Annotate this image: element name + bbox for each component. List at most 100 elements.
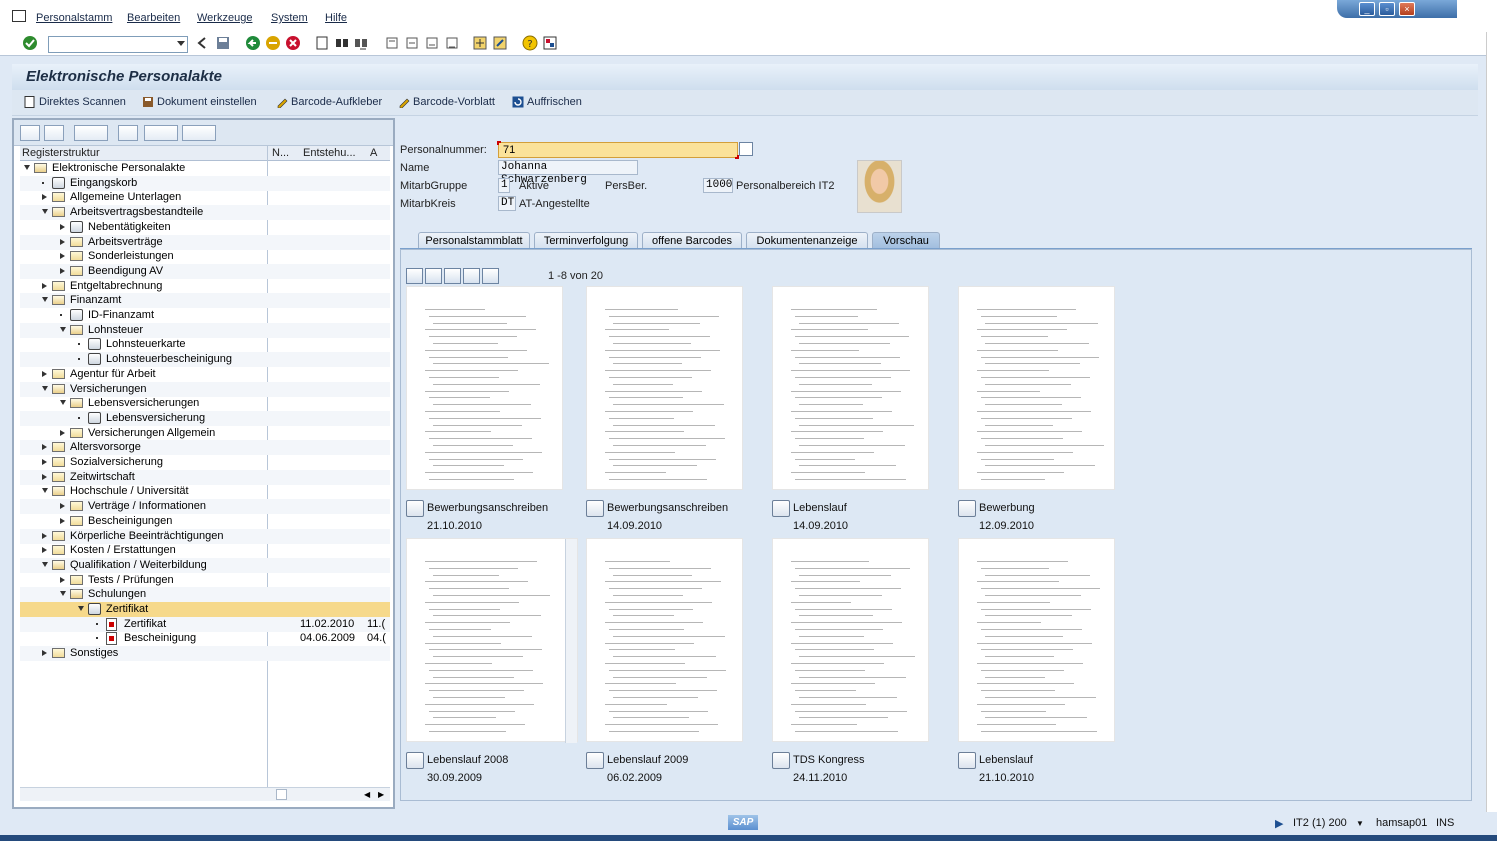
barcode-sticker-button[interactable]: Barcode-Aufkleber — [276, 96, 382, 108]
layout-icon[interactable] — [542, 35, 558, 51]
expand-all-icon[interactable] — [20, 125, 40, 141]
first-page-icon[interactable] — [384, 35, 400, 51]
hierarchy-icon[interactable] — [182, 125, 216, 141]
tree-row[interactable]: Kosten / Erstattungen — [20, 543, 390, 558]
collapsed-node-icon[interactable] — [42, 194, 47, 201]
enter-icon[interactable] — [22, 35, 38, 51]
exit-icon[interactable] — [265, 35, 281, 51]
signature-icon[interactable] — [958, 752, 976, 769]
tree-row[interactable]: Eingangskorb — [20, 175, 390, 191]
tree-row[interactable]: Zeitwirtschaft — [20, 469, 390, 485]
next-page-icon[interactable] — [424, 35, 440, 51]
header-created[interactable]: Entstehu... — [303, 147, 356, 159]
back-green-icon[interactable] — [245, 35, 261, 51]
save-icon[interactable] — [215, 35, 231, 51]
collapsed-node-icon[interactable] — [42, 282, 47, 289]
scroll-right-icon[interactable]: ▶ — [378, 790, 384, 799]
signature-icon[interactable] — [772, 500, 790, 517]
create-session-icon[interactable] — [472, 35, 488, 51]
thumbnail-caption[interactable]: Lebenslauf 14.09.2010 — [772, 500, 942, 534]
expanded-node-icon[interactable] — [24, 165, 30, 170]
collapsed-node-icon[interactable] — [60, 223, 65, 230]
thumbnail-scrollbar[interactable] — [565, 539, 577, 743]
collapsed-node-icon[interactable] — [42, 444, 47, 451]
tree-row[interactable]: Sonderleistungen — [20, 249, 390, 264]
document-thumbnail[interactable] — [406, 538, 578, 743]
refresh-button[interactable]: Auffrischen — [512, 96, 582, 108]
tree-row[interactable]: Entgeltabrechnung — [20, 279, 390, 294]
tree-row[interactable]: ID-Finanzamt — [20, 308, 390, 323]
thumbnail-caption[interactable]: Bewerbungsanschreiben 21.10.2010 — [406, 500, 576, 534]
menu-personalstamm[interactable]: Personalstamm — [36, 12, 112, 24]
copy-icon[interactable] — [425, 268, 442, 284]
tree-row[interactable]: Arbeitsverträge — [20, 234, 390, 250]
tree-row[interactable]: Bescheinigungen — [20, 514, 390, 529]
tree-row[interactable]: Lohnsteuerkarte — [20, 337, 390, 352]
command-field[interactable] — [48, 36, 188, 53]
tree-row[interactable]: Bescheinigung 04.06.2009 04.( — [20, 631, 390, 646]
print-icon[interactable] — [482, 268, 499, 284]
collapsed-node-icon[interactable] — [60, 429, 65, 436]
thumbnail-caption[interactable]: Lebenslauf 21.10.2010 — [958, 752, 1128, 786]
prev-page-icon[interactable] — [404, 35, 420, 51]
minimize-icon[interactable]: _ — [1359, 2, 1375, 16]
collapsed-node-icon[interactable] — [42, 547, 47, 554]
tree-row[interactable]: Finanzamt — [20, 293, 390, 309]
expanded-node-icon[interactable] — [60, 326, 66, 332]
close-icon[interactable]: × — [1399, 2, 1415, 16]
menu-bearbeiten[interactable]: Bearbeiten — [127, 12, 180, 24]
expanded-node-icon[interactable] — [60, 591, 66, 597]
signature-icon[interactable] — [406, 752, 424, 769]
expanded-node-icon[interactable] — [42, 488, 48, 494]
collapsed-node-icon[interactable] — [60, 576, 65, 583]
export-icon[interactable] — [463, 268, 480, 284]
document-thumbnail[interactable] — [772, 538, 929, 742]
signature-icon[interactable] — [586, 752, 604, 769]
collapsed-node-icon[interactable] — [42, 370, 47, 377]
document-thumbnail[interactable] — [406, 286, 563, 490]
scroll-thumb[interactable] — [276, 789, 287, 800]
shortcut-icon[interactable] — [492, 35, 508, 51]
status-system[interactable]: IT2 (1) 200 — [1293, 817, 1347, 829]
tree-row[interactable]: Versicherungen — [20, 381, 390, 397]
header-n[interactable]: N... — [272, 147, 289, 159]
column-layout-icon[interactable] — [74, 125, 108, 141]
tree-row[interactable]: Agentur für Arbeit — [20, 367, 390, 382]
tree-row[interactable]: Lohnsteuer — [20, 322, 390, 338]
collapsed-node-icon[interactable] — [60, 267, 65, 274]
find-icon[interactable] — [334, 35, 350, 51]
back-icon[interactable] — [194, 35, 210, 51]
header-structure[interactable]: Registerstruktur — [22, 147, 100, 159]
tree-row[interactable]: Nebentätigkeiten — [20, 220, 390, 235]
tree-row[interactable]: Elektronische Personalakte — [20, 161, 390, 176]
document-icon[interactable] — [444, 268, 461, 284]
direct-scan-button[interactable]: Direktes Scannen — [24, 96, 126, 108]
signature-icon[interactable] — [772, 752, 790, 769]
tree-row[interactable]: Sozialversicherung — [20, 455, 390, 470]
tree-row[interactable]: Qualifikation / Weiterbildung — [20, 557, 390, 573]
thumbnail-caption[interactable]: TDS Kongress 24.11.2010 — [772, 752, 942, 786]
tree-row[interactable]: Hochschule / Universität — [20, 484, 390, 499]
collapsed-node-icon[interactable] — [42, 650, 47, 657]
collapse-all-icon[interactable] — [44, 125, 64, 141]
collapsed-node-icon[interactable] — [42, 459, 47, 465]
status-expand-icon[interactable]: ▶ — [1275, 817, 1283, 830]
tree-row[interactable]: Verträge / Informationen — [20, 499, 390, 515]
chevron-down-icon[interactable]: ▼ — [1356, 819, 1364, 828]
tree-row[interactable]: Lebensversicherungen — [20, 396, 390, 411]
search-help-icon[interactable] — [739, 142, 753, 156]
document-thumbnail[interactable] — [958, 286, 1115, 490]
tree-row[interactable]: Versicherungen Allgemein — [20, 426, 390, 441]
tree-row[interactable]: Zertifikat 11.02.2010 11.( — [20, 616, 390, 632]
restore-icon[interactable]: ▫ — [1379, 2, 1395, 16]
menu-system[interactable]: System — [271, 12, 308, 24]
pernr-input[interactable]: 71 — [497, 141, 739, 159]
sap-menu-icon[interactable] — [12, 10, 26, 22]
thumbnail-caption[interactable]: Bewerbungsanschreiben 14.09.2010 — [586, 500, 756, 534]
collapsed-node-icon[interactable] — [60, 503, 65, 510]
barcode-sheet-button[interactable]: Barcode-Vorblatt — [398, 96, 495, 108]
expanded-node-icon[interactable] — [42, 561, 48, 567]
menu-hilfe[interactable]: Hilfe — [325, 12, 347, 24]
tree-row[interactable]: Arbeitsvertragsbestandteile — [20, 205, 390, 221]
window-scrollbar[interactable] — [1486, 32, 1497, 812]
